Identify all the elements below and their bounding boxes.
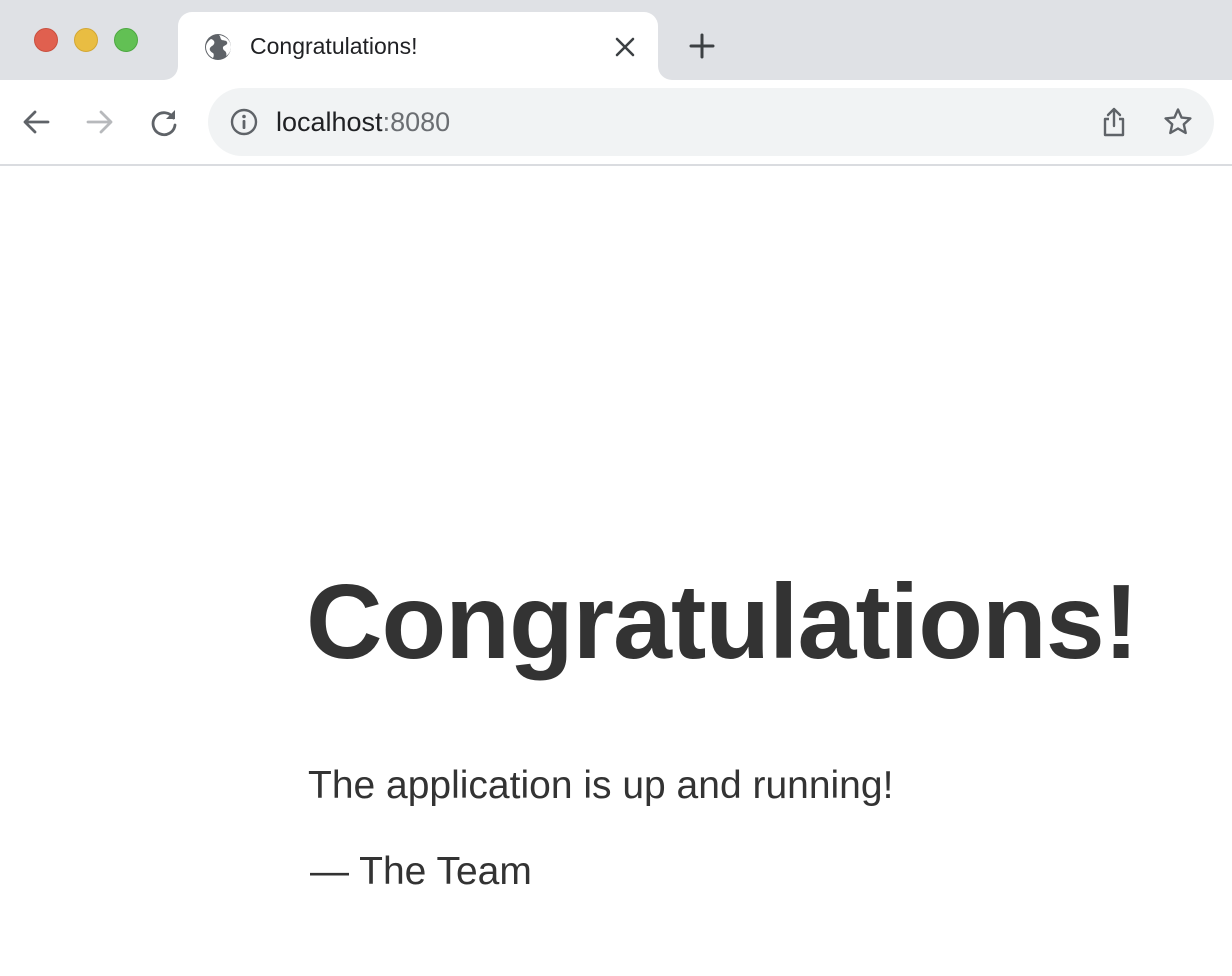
tab-close-icon[interactable] xyxy=(610,32,640,62)
signature: — The Team xyxy=(310,850,532,893)
tab-strip: Congratulations! xyxy=(0,0,1232,80)
status-message: The application is up and running! xyxy=(308,764,894,807)
url-port: :8080 xyxy=(382,107,451,137)
info-icon[interactable] xyxy=(228,106,260,138)
share-icon[interactable] xyxy=(1096,104,1132,140)
plus-icon xyxy=(688,32,716,60)
tab-active[interactable]: Congratulations! xyxy=(178,12,658,80)
browser-window: Congratulations! localhost:8080 Congratu… xyxy=(0,0,1232,976)
globe-icon xyxy=(202,31,234,63)
window-minimize-button[interactable] xyxy=(74,28,98,52)
page-content: Congratulations! The application is up a… xyxy=(0,166,1232,976)
address-bar[interactable]: localhost:8080 xyxy=(208,88,1214,156)
arrow-left-icon xyxy=(20,106,52,138)
url-text[interactable]: localhost:8080 xyxy=(276,106,450,138)
back-button[interactable] xyxy=(14,100,58,144)
tab-title: Congratulations! xyxy=(250,33,418,59)
url-host: localhost xyxy=(276,107,383,137)
forward-button[interactable] xyxy=(78,100,122,144)
star-icon[interactable] xyxy=(1160,104,1196,140)
reload-button[interactable] xyxy=(142,100,186,144)
window-close-button[interactable] xyxy=(34,28,58,52)
reload-icon xyxy=(148,106,180,138)
browser-toolbar: localhost:8080 xyxy=(0,80,1232,166)
window-zoom-button[interactable] xyxy=(114,28,138,52)
arrow-right-icon xyxy=(84,106,116,138)
new-tab-button[interactable] xyxy=(682,26,722,66)
page-headline: Congratulations! xyxy=(306,563,1139,681)
